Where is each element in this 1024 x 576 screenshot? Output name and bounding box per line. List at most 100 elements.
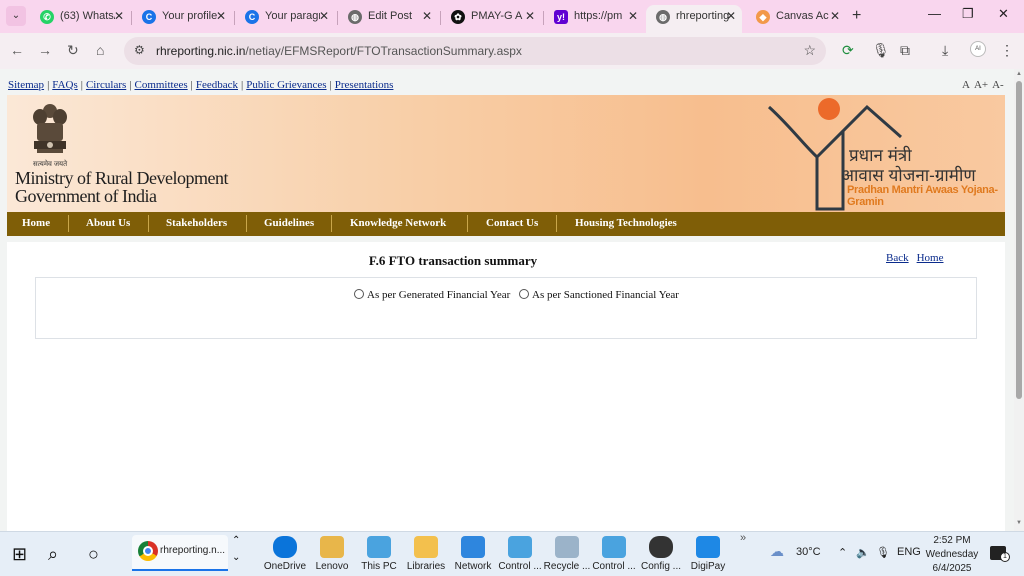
overflow-chevron-icon[interactable]: » — [740, 532, 746, 544]
close-icon[interactable]: ✕ — [525, 9, 535, 23]
taskbar-recycle-bin[interactable]: Recycle ... — [544, 534, 590, 576]
globe-icon: ◍ — [656, 10, 670, 24]
font-increase-button[interactable]: A+ — [974, 79, 988, 91]
taskbar-onedrive[interactable]: OneDrive — [262, 534, 308, 576]
tab-whatsapp[interactable]: ✆ (63) WhatsApp ✕ — [30, 5, 130, 29]
new-tab-button[interactable]: + — [852, 7, 861, 25]
chevron-down-icon[interactable]: ⌄ — [232, 552, 240, 563]
menu-stakeholders[interactable]: Stakeholders — [166, 217, 227, 229]
weather-cloud-icon[interactable]: ☁ — [770, 543, 784, 560]
close-icon[interactable]: ✕ — [422, 9, 432, 23]
scroll-up-icon[interactable]: ▲ — [1016, 71, 1022, 77]
font-normal-button[interactable]: A — [962, 79, 970, 91]
presentations-link[interactable]: Presentations — [335, 79, 394, 91]
taskbar-control-panel-2[interactable]: Control ... — [591, 534, 637, 576]
tab-label: Your paragraph — [265, 10, 320, 22]
tab-search-button[interactable]: ⌄ — [6, 6, 26, 26]
tray-chevron-up-icon[interactable]: ⌃ — [838, 546, 847, 559]
committees-link[interactable]: Committees — [134, 79, 187, 91]
windows-start-icon[interactable]: ⊞ — [12, 544, 27, 565]
address-bar[interactable]: ⚙ rhreporting.nic.in/netiay/EFMSReport/F… — [124, 37, 826, 65]
sanctioned-fy-label[interactable]: As per Sanctioned Financial Year — [532, 289, 679, 301]
globe-icon: ◍ — [348, 10, 362, 24]
close-icon[interactable]: ✕ — [830, 9, 840, 23]
top-links-bar: Sitemap | FAQs | Circulars | Committees | Feedba… — [8, 79, 394, 91]
forward-arrow-icon[interactable]: → — [38, 42, 52, 58]
page-scrollbar[interactable]: ▲ ▼ — [1014, 69, 1024, 531]
reload-icon[interactable]: ↻ — [67, 42, 79, 59]
close-icon[interactable]: ✕ — [628, 9, 638, 23]
minimize-icon[interactable]: — — [928, 6, 941, 21]
tab-your-profile[interactable]: C Your profile ✕ — [132, 5, 232, 29]
language-indicator[interactable]: ENG — [897, 546, 921, 558]
task-view-icon[interactable]: ○ — [88, 544, 99, 565]
close-icon[interactable]: ✕ — [319, 9, 329, 23]
taskbar-chrome-window[interactable]: rhreporting.n... — [132, 535, 228, 571]
menu-kebab-icon[interactable]: ⋮ — [1000, 42, 1014, 59]
tab-https-pm[interactable]: y! https://pm ✕ — [544, 5, 644, 29]
sync-extension-icon[interactable]: ⟳ — [842, 42, 854, 59]
menu-about-us[interactable]: About Us — [86, 217, 130, 229]
speaker-icon[interactable]: 🔈 — [856, 546, 870, 559]
tab-canvas[interactable]: ◆ Canvas Ac ✕ — [746, 5, 846, 29]
scroll-down-icon[interactable]: ▼ — [1016, 520, 1022, 526]
menu-home[interactable]: Home — [22, 217, 50, 229]
tab-rhreporting-active[interactable]: ◍ rhreporting ✕ — [646, 5, 742, 33]
home-link[interactable]: Home — [917, 252, 944, 264]
taskbar-this-pc[interactable]: This PC — [356, 534, 402, 576]
tab-your-paragraph[interactable]: C Your paragraph ✕ — [235, 5, 335, 29]
system-clock[interactable]: 2:52 PM Wednesday 6/4/2025 — [922, 534, 982, 576]
scrollbar-thumb[interactable] — [1016, 81, 1022, 399]
logo-hindi-line-2: आवास योजना-ग्रामीण — [841, 166, 976, 185]
taskbar-libraries[interactable]: Libraries — [403, 534, 449, 576]
extensions-puzzle-icon[interactable]: ⧉ — [900, 42, 910, 59]
microphone-tray-icon[interactable]: 🎙 — [876, 546, 890, 559]
menu-contact-us[interactable]: Contact Us — [486, 217, 538, 229]
chevron-up-icon[interactable]: ⌃ — [232, 535, 240, 546]
tab-label: rhreporting — [676, 10, 730, 22]
close-window-icon[interactable]: ✕ — [998, 6, 1009, 22]
report-nav-links: Back Home — [886, 252, 952, 264]
search-icon[interactable]: ⌕ — [48, 544, 58, 565]
control-panel-icon — [508, 536, 532, 558]
profile-avatar[interactable]: AI — [970, 41, 986, 57]
tab-pmayg[interactable]: ✿ PMAY-G A ✕ — [441, 5, 541, 29]
taskbar-digipay[interactable]: DigiPay — [685, 534, 731, 576]
back-arrow-icon[interactable]: ← — [10, 42, 24, 58]
font-decrease-button[interactable]: A- — [992, 79, 1004, 91]
weather-temperature[interactable]: 30°C — [796, 546, 821, 558]
close-icon[interactable]: ✕ — [726, 9, 736, 23]
close-icon[interactable]: ✕ — [216, 9, 226, 23]
menu-housing-technologies[interactable]: Housing Technologies — [575, 217, 677, 229]
tab-edit-post[interactable]: ◍ Edit Post ✕ — [338, 5, 438, 29]
taskbar-lenovo[interactable]: Lenovo — [309, 534, 355, 576]
ministry-line-2: Government of India — [15, 186, 157, 206]
download-icon[interactable]: ⤓ — [942, 42, 948, 59]
back-link[interactable]: Back — [886, 252, 909, 264]
public-grievances-link[interactable]: Public Grievances — [246, 79, 326, 91]
menu-knowledge-network[interactable]: Knowledge Network — [350, 217, 446, 229]
faqs-link[interactable]: FAQs — [52, 79, 77, 91]
bookmark-star-icon[interactable]: ☆ — [803, 42, 816, 59]
menu-separator — [556, 215, 557, 232]
home-icon[interactable]: ⌂ — [96, 42, 104, 58]
taskbar-network[interactable]: Network — [450, 534, 496, 576]
restore-icon[interactable]: ❐ — [962, 6, 974, 22]
sanctioned-fy-radio[interactable] — [519, 289, 530, 299]
taskbar-control-panel-1[interactable]: Control ... — [497, 534, 543, 576]
generated-fy-label[interactable]: As per Generated Financial Year — [367, 289, 510, 301]
network-icon — [461, 536, 485, 558]
windows-taskbar: ⊞ ⌕ ○ rhreporting.n... ⌃ ⌄ OneDrive Leno… — [0, 531, 1024, 576]
circulars-link[interactable]: Circulars — [86, 79, 126, 91]
menu-guidelines[interactable]: Guidelines — [264, 217, 314, 229]
feedback-link[interactable]: Feedback — [196, 79, 238, 91]
sitemap-link[interactable]: Sitemap — [8, 79, 44, 91]
url-text[interactable]: rhreporting.nic.in/netiay/EFMSReport/FTO… — [156, 44, 522, 58]
site-info-icon[interactable]: ⚙ — [134, 43, 145, 57]
close-icon[interactable]: ✕ — [114, 9, 124, 23]
computer-icon — [367, 536, 391, 558]
folder-icon — [414, 536, 438, 558]
microphone-icon[interactable]: 🎙 — [872, 42, 890, 59]
generated-fy-radio[interactable] — [354, 289, 364, 299]
taskbar-config[interactable]: Config ... — [638, 534, 684, 576]
